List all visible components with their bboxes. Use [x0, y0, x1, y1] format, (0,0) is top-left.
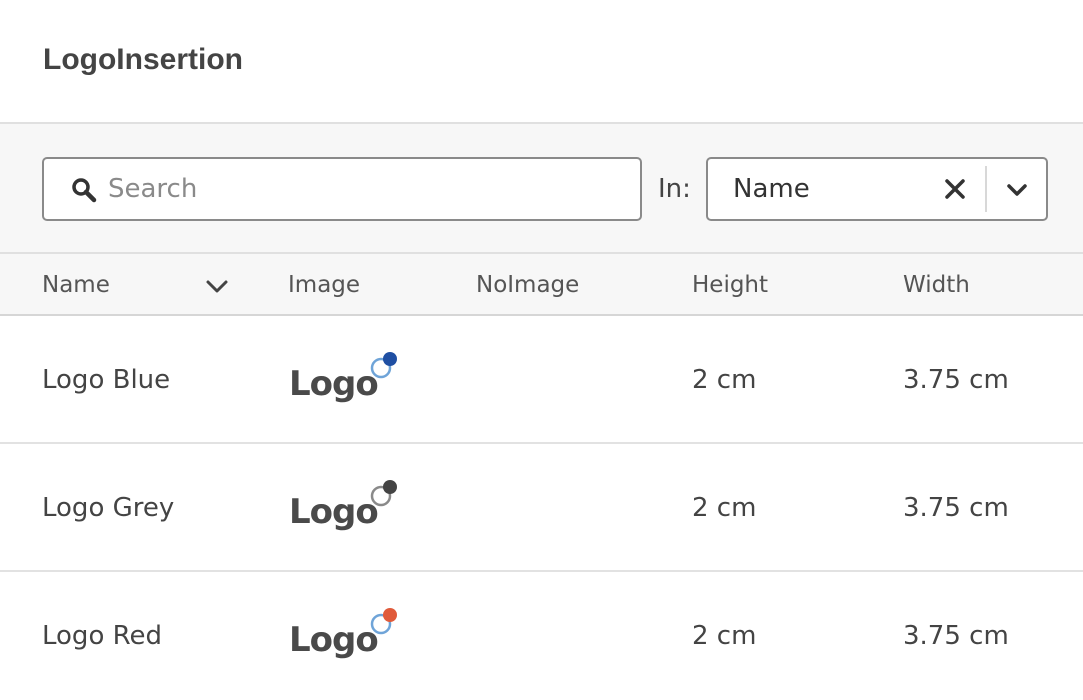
table-row[interactable]: Logo Grey Logo 2 cm 3.75 cm — [0, 444, 1083, 572]
search-box[interactable] — [42, 157, 642, 221]
logo-mark-icon — [370, 352, 397, 379]
cell-height: 2 cm — [692, 365, 757, 395]
cell-name: Logo Red — [42, 621, 163, 651]
logo-wordmark: Logo — [289, 364, 379, 404]
title-bar: LogoInsertion — [0, 0, 1083, 124]
search-field-select[interactable]: Name — [706, 157, 1048, 221]
table-header: Name Image NoImage Height Width — [0, 254, 1083, 316]
column-header-width[interactable]: Width — [903, 270, 970, 300]
cell-height: 2 cm — [692, 493, 757, 523]
column-header-height[interactable]: Height — [692, 270, 768, 300]
logo-image: Logo — [288, 606, 408, 666]
table-row[interactable]: Logo Blue Logo 2 cm 3.75 cm — [0, 316, 1083, 444]
cell-width: 3.75 cm — [903, 493, 1009, 523]
column-header-image[interactable]: Image — [288, 270, 360, 300]
cell-height: 2 cm — [692, 621, 757, 651]
logo-mark-icon — [370, 480, 397, 507]
select-divider — [985, 166, 987, 212]
search-in-label: In: — [658, 174, 691, 204]
page-title: LogoInsertion — [43, 43, 243, 76]
logo-image: Logo — [288, 350, 408, 410]
table-body: Logo Blue Logo 2 cm 3.75 cm Logo Grey Lo… — [0, 316, 1083, 700]
logo-mark-icon — [370, 608, 397, 635]
cell-name: Logo Grey — [42, 493, 175, 523]
search-field-value: Name — [733, 174, 810, 204]
logo-image: Logo — [288, 478, 408, 538]
filter-bar: In: Name — [0, 124, 1083, 254]
cell-width: 3.75 cm — [903, 365, 1009, 395]
chevron-down-icon[interactable] — [205, 274, 229, 298]
logo-wordmark: Logo — [289, 492, 379, 532]
cell-width: 3.75 cm — [903, 621, 1009, 651]
column-header-name[interactable]: Name — [42, 270, 110, 300]
search-input[interactable] — [108, 167, 628, 211]
search-icon — [72, 178, 97, 203]
table-row[interactable]: Logo Red Logo 2 cm 3.75 cm — [0, 572, 1083, 700]
close-icon[interactable] — [943, 177, 967, 201]
cell-name: Logo Blue — [42, 365, 171, 395]
column-header-noimage[interactable]: NoImage — [476, 270, 579, 300]
logo-wordmark: Logo — [289, 620, 379, 660]
chevron-down-icon[interactable] — [1005, 178, 1029, 202]
